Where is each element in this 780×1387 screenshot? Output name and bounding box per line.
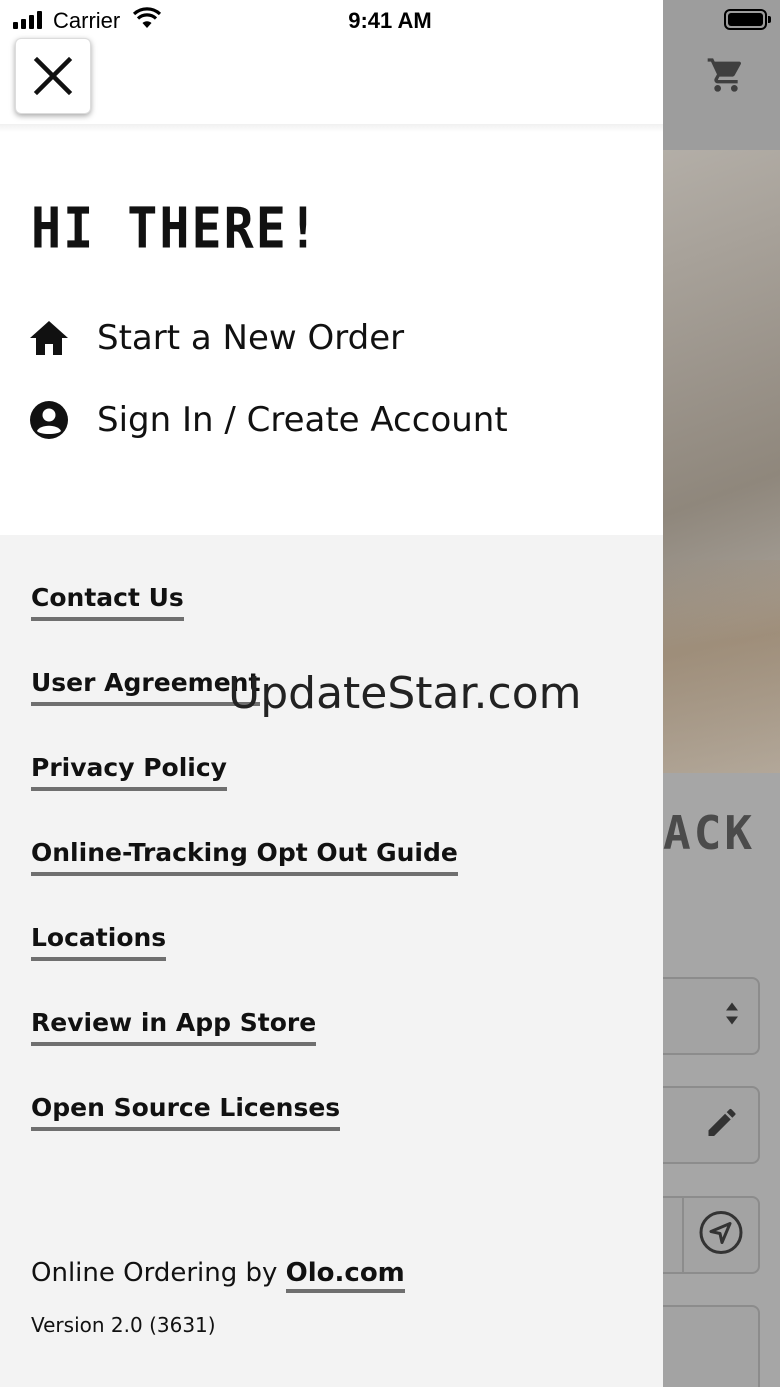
background-heading: ACK	[663, 806, 756, 860]
user-agreement-link[interactable]: User Agreement	[31, 666, 261, 706]
menu-item-label: Sign In / Create Account	[97, 400, 508, 440]
credit-prefix: Online Ordering by	[31, 1258, 278, 1288]
battery-icon	[724, 9, 771, 30]
navigation-arrow-icon	[698, 1210, 744, 1261]
drawer-header-divider	[0, 124, 663, 132]
contact-us-link[interactable]: Contact Us	[31, 581, 184, 621]
status-time: 9:41 AM	[348, 8, 432, 33]
open-source-licenses-link[interactable]: Open Source Licenses	[31, 1091, 341, 1131]
side-drawer: HI THERE! Start a New Order Sign In / Cr…	[0, 0, 663, 1387]
pencil-icon	[704, 1105, 740, 1146]
olo-link[interactable]: Olo.com	[285, 1258, 405, 1293]
menu-item-label: Start a New Order	[97, 318, 405, 358]
account-circle-icon	[29, 400, 69, 440]
cart-icon	[704, 55, 748, 95]
drawer-top-section	[0, 0, 663, 535]
app-version: Version 2.0 (3631)	[31, 1313, 216, 1337]
select-arrows-icon	[724, 1001, 740, 1032]
status-bar: Carrier 9:41 AM	[0, 0, 780, 40]
background-field-divider	[682, 1198, 684, 1272]
opt-out-guide-link[interactable]: Online-Tracking Opt Out Guide	[31, 836, 458, 876]
home-icon	[29, 318, 69, 358]
online-ordering-credit: Online Ordering by Olo.com	[31, 1258, 405, 1293]
close-icon	[33, 56, 73, 96]
greeting-heading: HI THERE!	[31, 196, 320, 261]
background-hero-shade	[663, 560, 780, 773]
locations-link[interactable]: Locations	[31, 921, 167, 961]
start-new-order-item[interactable]: Start a New Order	[29, 308, 404, 368]
review-app-store-link[interactable]: Review in App Store	[31, 1006, 317, 1046]
privacy-policy-link[interactable]: Privacy Policy	[31, 751, 227, 791]
sign-in-create-account-item[interactable]: Sign In / Create Account	[29, 390, 508, 450]
close-button[interactable]	[15, 38, 91, 114]
